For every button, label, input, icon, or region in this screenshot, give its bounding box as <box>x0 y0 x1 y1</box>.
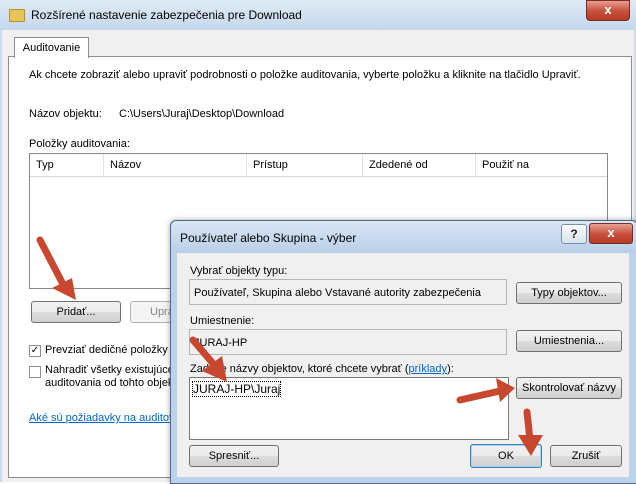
tab-auditing[interactable]: Auditovanie <box>14 37 89 58</box>
annotation-arrow-ok <box>518 408 543 456</box>
annotation-arrow-names <box>189 336 227 382</box>
annotation-arrow-add <box>36 236 76 300</box>
annotation-arrows <box>36 236 543 456</box>
annotation-arrow-check <box>456 378 515 404</box>
